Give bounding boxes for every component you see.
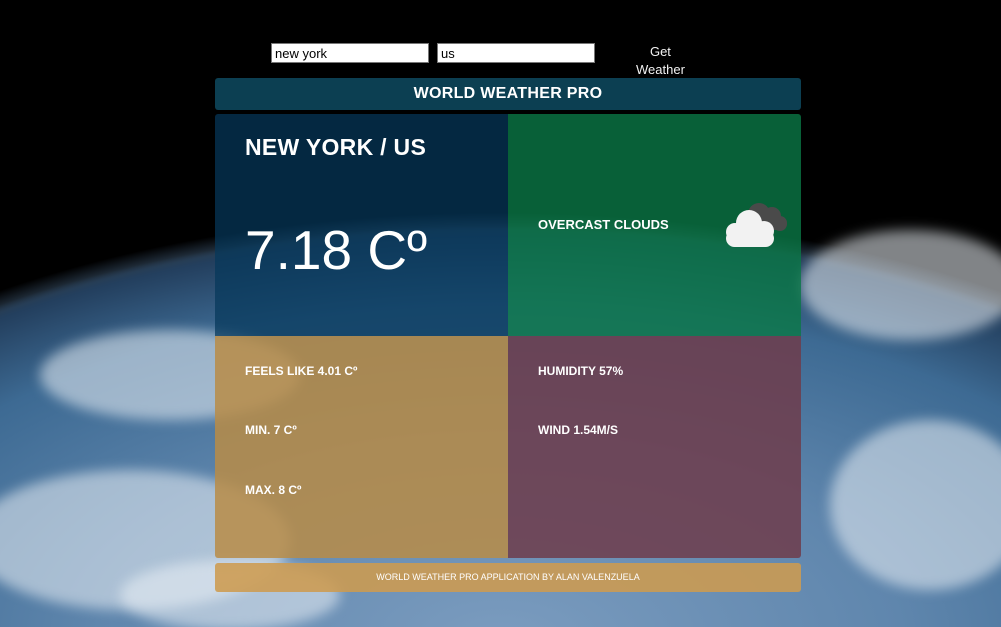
location-panel: NEW YORK / US 7.18 Cº (215, 114, 508, 336)
country-input[interactable] (437, 43, 595, 63)
weather-grid: NEW YORK / US 7.18 Cº OVERCAST CLOUDS FE… (215, 114, 801, 558)
footer-credit: WORLD WEATHER PRO APPLICATION BY ALAN VA… (215, 563, 801, 592)
humidity-wind-panel: HUMIDITY 57% WIND 1.54M/S (508, 336, 801, 558)
condition-panel: OVERCAST CLOUDS (508, 114, 801, 336)
location-title: NEW YORK / US (245, 134, 427, 160)
app-title: WORLD WEATHER PRO (215, 78, 801, 110)
humidity-value: HUMIDITY 57% (538, 364, 624, 378)
current-temperature: 7.18 Cº (245, 219, 428, 281)
cloud-patch (800, 230, 1001, 340)
city-input[interactable] (271, 43, 429, 63)
max-temp-value: MAX. 8 Cº (245, 483, 302, 497)
temperatures-panel: FEELS LIKE 4.01 Cº MIN. 7 Cº MAX. 8 Cº (215, 336, 508, 558)
wind-value: WIND 1.54M/S (538, 423, 619, 437)
min-temp-value: MIN. 7 Cº (245, 423, 297, 437)
cloud-patch (830, 420, 1001, 590)
feels-like-value: FEELS LIKE 4.01 Cº (245, 364, 358, 378)
get-weather-button[interactable]: Get Weather (626, 43, 695, 77)
condition-text: OVERCAST CLOUDS (538, 217, 669, 232)
cloud-icon (726, 203, 787, 247)
